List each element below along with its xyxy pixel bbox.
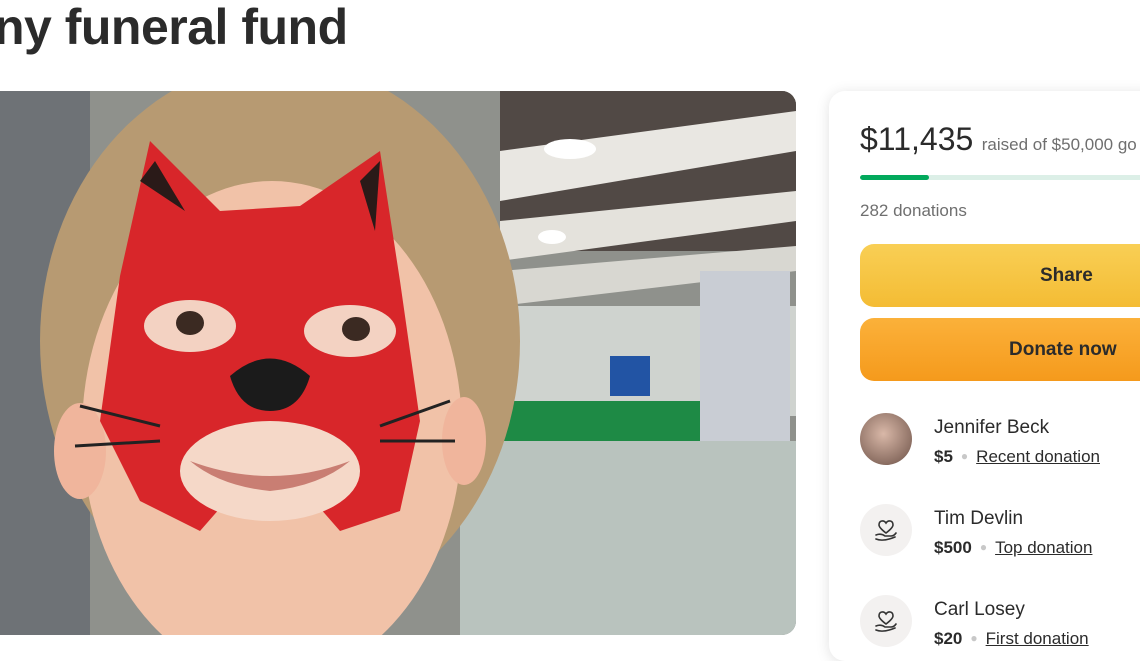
girl-face-paint-photo — [0, 91, 796, 635]
donation-card: $11,435 raised of $50,000 go 282 donatio… — [829, 91, 1140, 661]
page-title: ny funeral fund — [0, 0, 348, 55]
donor-amount: $20 — [934, 629, 963, 648]
heart-hand-icon-svg — [875, 611, 897, 632]
donor-name: Carl Losey — [934, 599, 1025, 620]
share-button[interactable]: Share — [860, 244, 1140, 307]
raised-amount: $11,435 — [860, 121, 974, 157]
donor-item: Tim Devlin $500 ● Top donation — [860, 504, 1140, 564]
donor-item: Jennifer Beck $5 ● Recent donation — [860, 413, 1140, 473]
donor-amount: $500 — [934, 538, 972, 557]
progress-bar-fill — [860, 175, 929, 180]
donor-amount: $5 — [934, 447, 953, 466]
separator-dot: ● — [960, 449, 969, 463]
donor-meta: $20 ● First donation — [934, 629, 1089, 649]
heart-hand-icon — [860, 595, 912, 647]
first-donation-link[interactable]: First donation — [986, 629, 1089, 648]
heart-hand-icon-svg — [875, 520, 897, 541]
recent-donation-link[interactable]: Recent donation — [976, 447, 1100, 466]
donor-meta: $500 ● Top donation — [934, 538, 1092, 558]
donor-name: Jennifer Beck — [934, 417, 1050, 438]
separator-dot: ● — [970, 631, 978, 645]
heart-hand-icon — [860, 504, 912, 556]
top-donation-link[interactable]: Top donation — [995, 538, 1092, 557]
donor-avatar-photo — [860, 413, 912, 465]
campaign-photo[interactable] — [0, 91, 796, 635]
raised-goal-text: raised of $50,000 go — [981, 135, 1137, 154]
donation-count: 282 donations — [860, 201, 967, 220]
donor-meta: $5 ● Recent donation — [934, 447, 1100, 467]
donor-item: Carl Losey $20 ● First donation — [860, 595, 1140, 655]
progress-bar — [860, 175, 1140, 180]
raised-summary: $11,435 raised of $50,000 go — [860, 121, 1137, 158]
separator-dot: ● — [979, 540, 988, 554]
donor-name: Tim Devlin — [934, 508, 1024, 529]
donate-now-button[interactable]: Donate now — [860, 318, 1140, 381]
